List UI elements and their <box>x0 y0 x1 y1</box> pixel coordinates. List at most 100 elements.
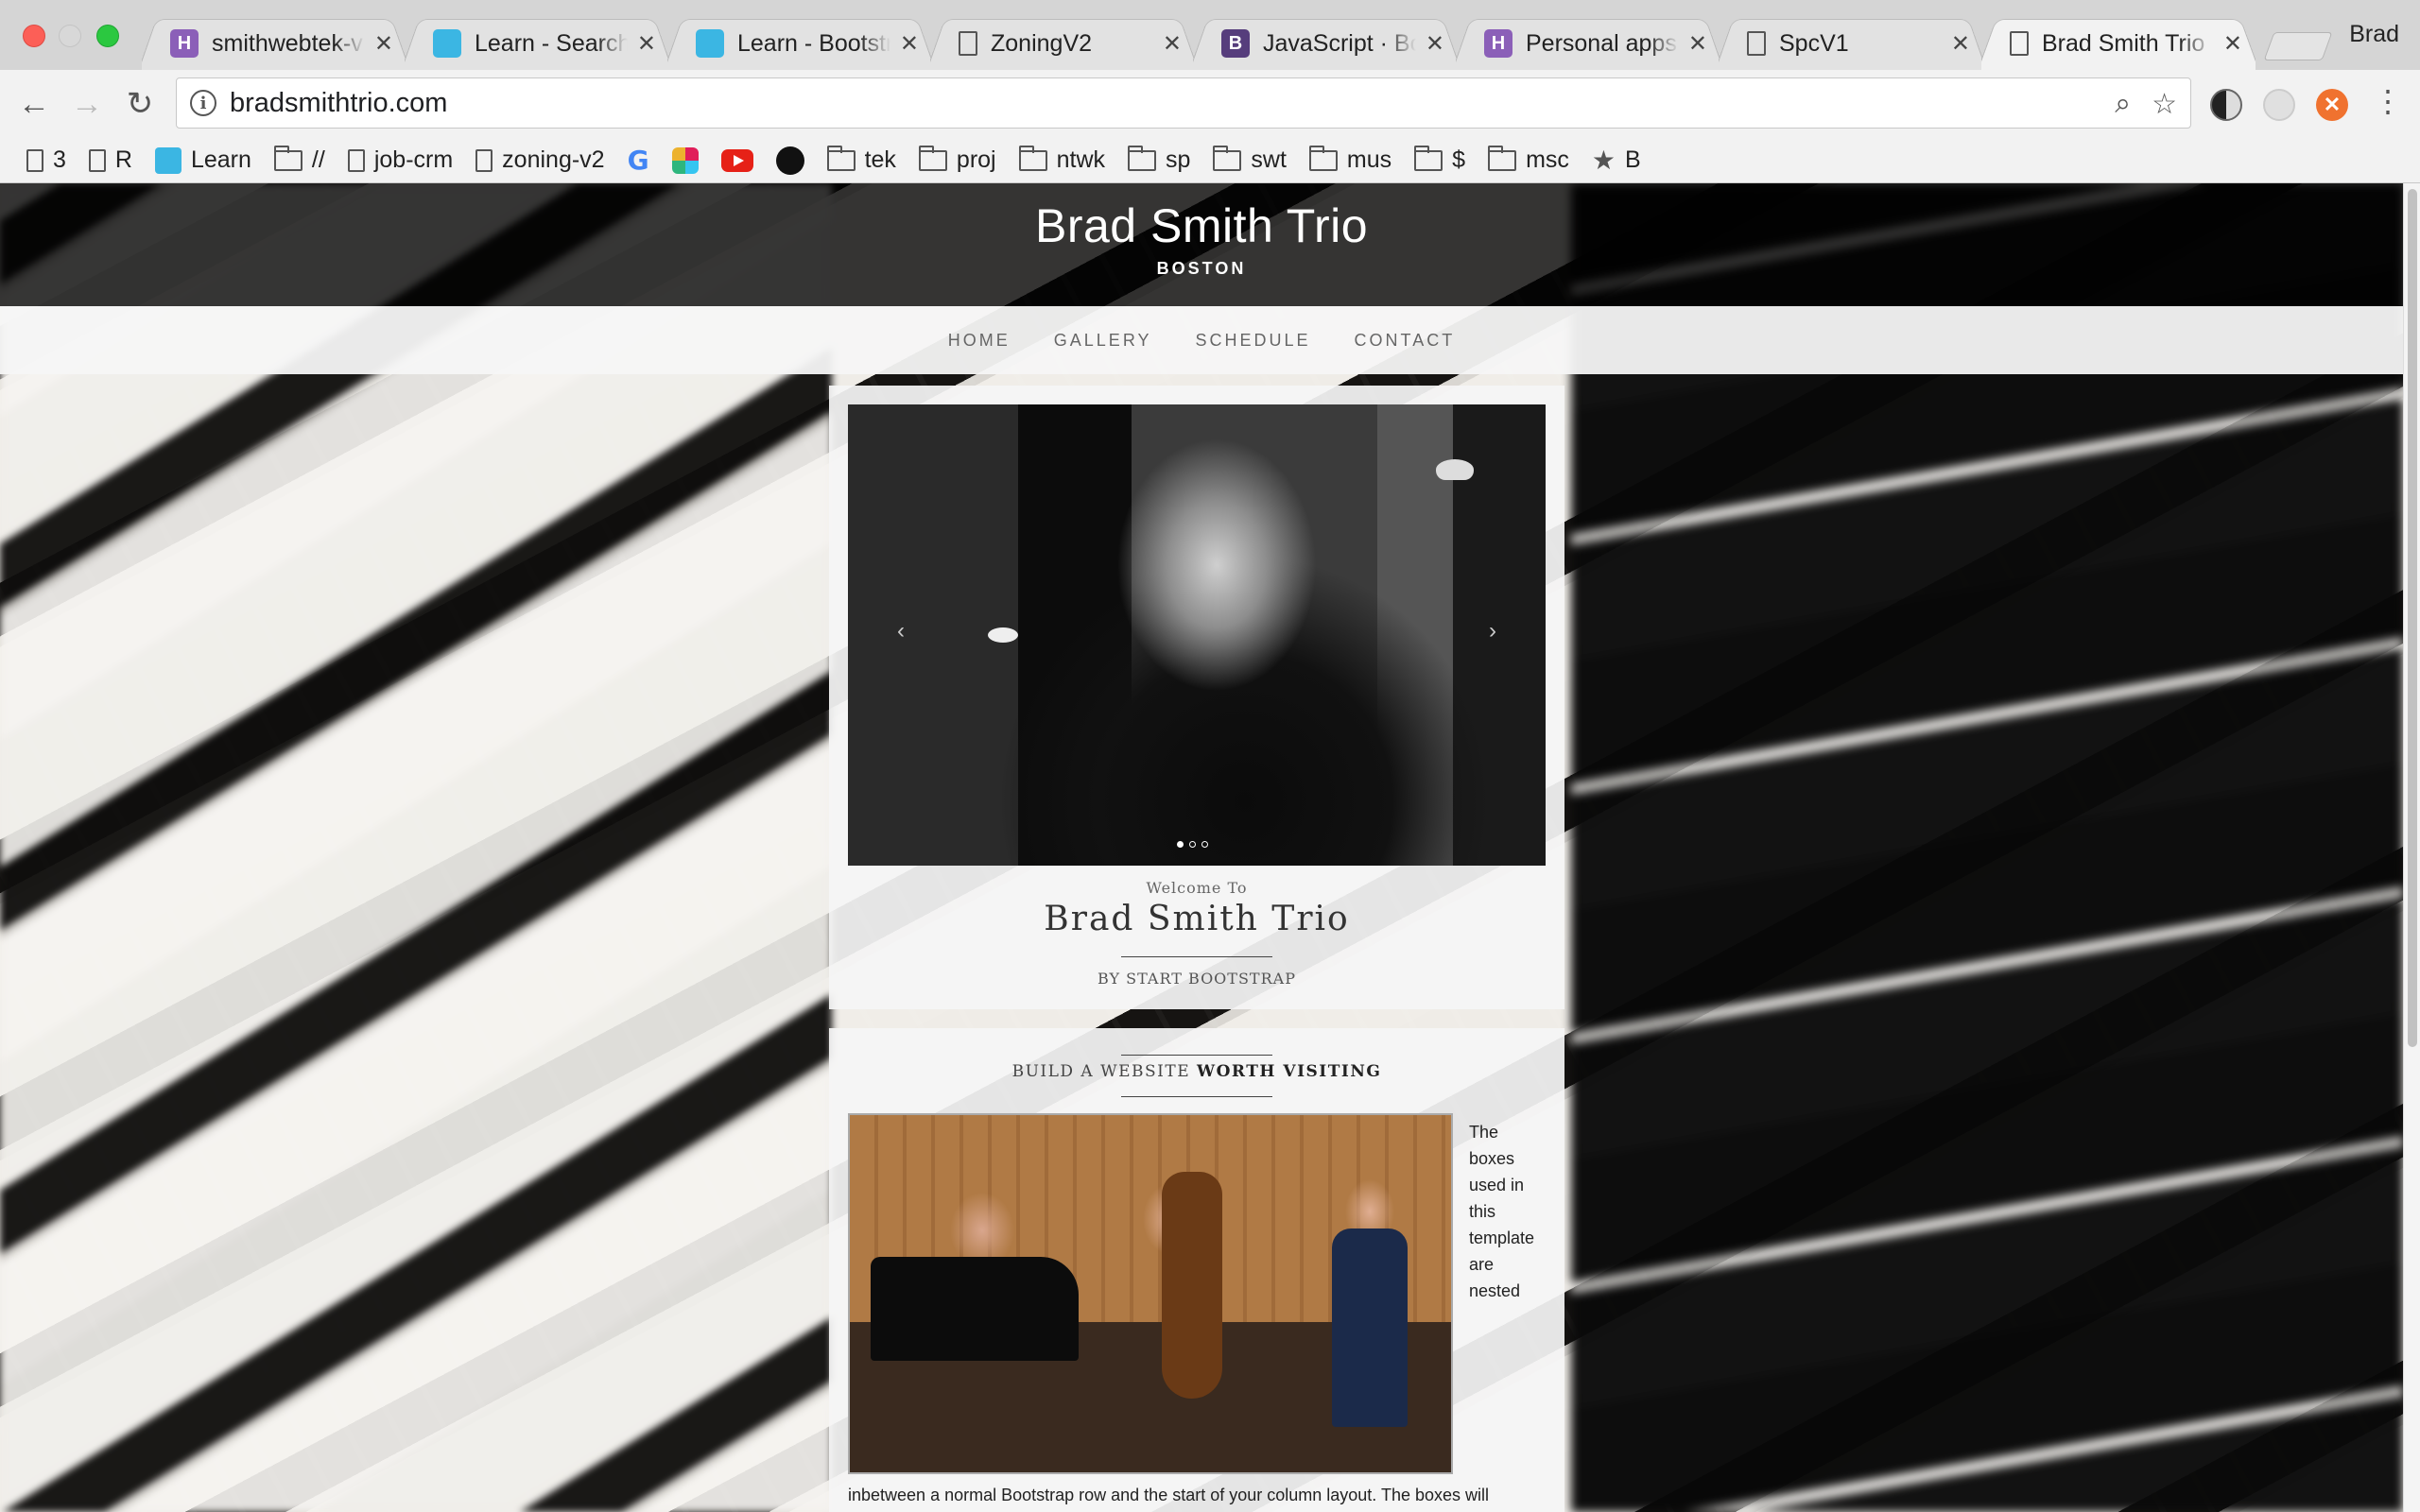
close-tab-icon[interactable]: ✕ <box>637 30 656 58</box>
heroku-icon: H <box>1484 29 1512 58</box>
site-location: BOSTON <box>1156 259 1247 278</box>
bookmark-folder[interactable]: mus <box>1308 145 1392 174</box>
bookmark-item[interactable]: Learn <box>154 146 251 174</box>
scrollbar-thumb[interactable] <box>2408 189 2417 1047</box>
folder-icon <box>1128 145 1157 171</box>
piano-background-image <box>0 183 832 1512</box>
address-bar[interactable]: i bradsmithtrio.com ⌕ ☆ <box>176 77 2191 129</box>
bookmark-folder[interactable]: ntwk <box>1018 145 1105 174</box>
window-minimize-button[interactable] <box>59 25 81 47</box>
divider <box>1121 1096 1272 1097</box>
site-title: Brad Smith Trio <box>1034 199 1369 252</box>
bookmark-item[interactable] <box>671 146 699 174</box>
page-icon <box>2010 31 2029 56</box>
tab-strip: H smithwebtek-v ✕ Learn - Search ✕ Learn… <box>0 0 2420 70</box>
extension-icon[interactable] <box>2263 89 2295 121</box>
reload-icon[interactable]: ↻ <box>121 85 159 123</box>
carousel-indicator[interactable] <box>1201 841 1208 848</box>
bookmark-item[interactable]: job-crm <box>347 146 453 174</box>
bookmark-label: 3 <box>53 146 66 173</box>
section-heading-lead: BUILD A WEBSITE <box>1011 1062 1191 1081</box>
bookmark-item[interactable]: 3 <box>26 146 66 174</box>
page-scrollbar[interactable] <box>2403 183 2420 1512</box>
close-tab-icon[interactable]: ✕ <box>374 30 393 58</box>
bookmark-label: sp <box>1166 146 1191 173</box>
bookmark-label: zoning-v2 <box>502 146 605 173</box>
browser-tab[interactable]: SpcV1 ✕ <box>1719 17 1983 70</box>
learn-icon <box>154 146 182 174</box>
close-tab-icon[interactable]: ✕ <box>1426 30 1444 58</box>
bookmark-folder[interactable]: msc <box>1488 145 1569 174</box>
bookmark-item[interactable] <box>775 146 804 175</box>
window-close-button[interactable] <box>23 25 45 47</box>
folder-icon <box>826 145 856 171</box>
bookmark-item[interactable]: zoning-v2 <box>475 146 605 174</box>
nav-link-schedule[interactable]: SCHEDULE <box>1196 331 1311 351</box>
bookmark-label: msc <box>1526 146 1569 173</box>
browser-tab[interactable]: H smithwebtek-v ✕ <box>142 17 406 70</box>
close-tab-icon[interactable]: ✕ <box>1951 30 1970 58</box>
bookmark-folder[interactable]: sp <box>1128 145 1191 174</box>
section-heading-bold: WORTH VISITING <box>1197 1062 1382 1081</box>
browser-tab[interactable]: H Personal apps ✕ <box>1456 17 1720 70</box>
side-text: The boxes used in this template are nest… <box>1469 1123 1535 1300</box>
bookmark-folder[interactable]: tek <box>826 145 896 174</box>
profile-name[interactable]: Brad <box>2349 21 2399 48</box>
bookmark-item[interactable]: G <box>628 145 649 176</box>
nav-link-gallery[interactable]: GALLERY <box>1054 331 1152 351</box>
tab-title: Learn - Bootstr <box>737 29 890 57</box>
close-tab-icon[interactable]: ✕ <box>900 30 919 58</box>
forward-arrow-icon[interactable]: → <box>68 85 106 123</box>
browser-tab[interactable]: Learn - Search ✕ <box>405 17 669 70</box>
back-arrow-icon[interactable]: ← <box>15 85 53 123</box>
byline: BY START BOOTSTRAP <box>829 970 1564 988</box>
bookmark-folder[interactable]: $ <box>1414 145 1465 174</box>
page-icon <box>88 148 106 172</box>
carousel-next-icon[interactable]: › <box>1489 618 1496 644</box>
tab-title: Brad Smith Trio <box>2042 29 2205 57</box>
bookmark-folder[interactable]: // <box>273 145 325 174</box>
page-viewport: Brad Smith Trio BOSTON HOME GALLERY SCHE… <box>0 183 2420 1512</box>
nav-link-home[interactable]: HOME <box>948 331 1011 351</box>
carousel-indicator[interactable] <box>1189 841 1196 848</box>
browser-tab[interactable]: Learn - Bootstr ✕ <box>667 17 932 70</box>
learn-icon <box>433 29 461 58</box>
browser-tab[interactable]: ZoningV2 ✕ <box>930 17 1195 70</box>
welcome-text: Welcome To <box>1146 879 1248 897</box>
divider <box>1121 956 1272 957</box>
bookmark-item[interactable]: R <box>88 146 132 174</box>
bookmark-folder[interactable]: proj <box>918 145 996 174</box>
page-icon <box>959 31 977 56</box>
bookmark-label: R <box>114 146 132 173</box>
close-tab-icon[interactable]: ✕ <box>1163 30 1182 58</box>
folder-icon <box>1308 145 1338 171</box>
bookmark-label: proj <box>956 146 996 173</box>
bookmarks-bar: 3 R Learn // job-crm zoning-v2 G tek pro… <box>0 138 2420 183</box>
bookmark-folder[interactable]: swt <box>1213 145 1287 174</box>
close-tab-icon[interactable]: ✕ <box>1688 30 1707 58</box>
extension-icon[interactable] <box>2210 89 2242 121</box>
carousel-prev-icon[interactable]: ‹ <box>897 618 905 644</box>
bookmark-label: swt <box>1251 146 1287 173</box>
browser-tab-active[interactable]: Brad Smith Trio ✕ <box>1981 17 2256 70</box>
window-maximize-button[interactable] <box>96 25 119 47</box>
browser-tab[interactable]: B JavaScript · Bo ✕ <box>1193 17 1458 70</box>
photo-carousel[interactable]: ‹ › <box>848 404 1546 866</box>
info-icon[interactable]: i <box>190 90 216 116</box>
guitarist-shape <box>1332 1228 1408 1427</box>
url-text[interactable]: bradsmithtrio.com <box>230 88 447 119</box>
close-tab-icon[interactable]: ✕ <box>2223 30 2242 58</box>
folder-icon <box>273 145 302 171</box>
page-icon <box>26 148 43 172</box>
new-tab-button[interactable] <box>2263 32 2333 60</box>
nav-link-contact[interactable]: CONTACT <box>1355 331 1456 351</box>
carousel-indicator[interactable] <box>1177 841 1184 848</box>
extension-icon[interactable]: ✕ <box>2316 89 2348 121</box>
menu-kebab-icon[interactable]: ⋮ <box>2373 83 2403 119</box>
zoom-icon[interactable]: ⌕ <box>2115 88 2131 121</box>
piano-shape <box>871 1257 1079 1361</box>
bookmark-star-icon[interactable]: ☆ <box>2152 88 2177 121</box>
bookmark-item[interactable]: ★ B <box>1592 145 1641 176</box>
bookmark-item[interactable] <box>720 148 753 172</box>
folder-icon <box>918 145 947 171</box>
